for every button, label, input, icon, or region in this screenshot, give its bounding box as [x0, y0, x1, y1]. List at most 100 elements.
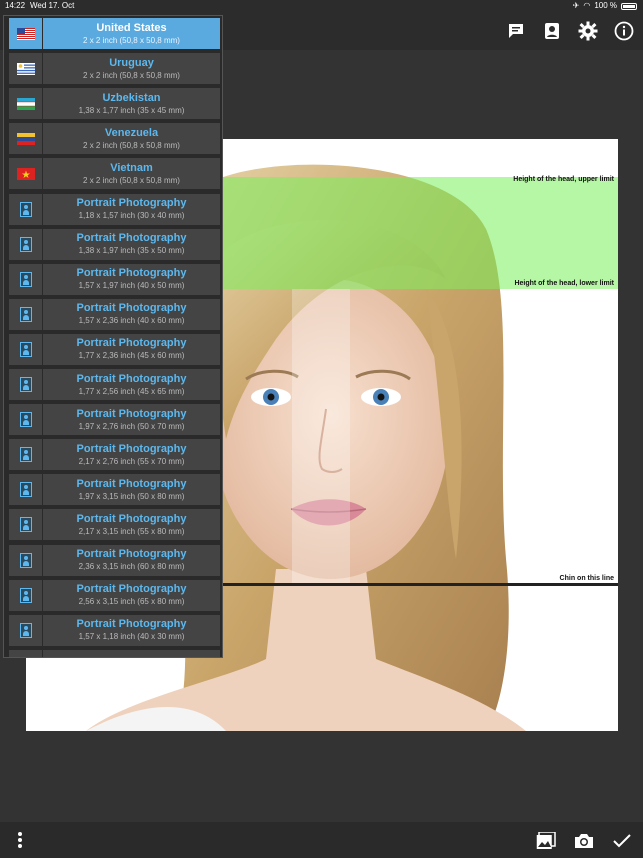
format-name: Portrait Photography	[76, 583, 187, 596]
portrait-icon	[9, 298, 43, 330]
format-list-item[interactable]: Portrait Photography 1,57 x 1,97 inch (40…	[9, 263, 220, 295]
format-size: 1,77 x 2,36 inch (45 x 60 mm)	[78, 351, 185, 361]
format-name: United States	[96, 21, 167, 34]
format-item-texts: Portrait Photography 1,38 x 1,97 inch (35…	[43, 229, 220, 260]
format-item-texts: Portrait Photography 2,17 x 3,15 inch (55…	[43, 509, 220, 540]
format-item-texts: Portrait Photography 2,17 x 2,76 inch (55…	[43, 439, 220, 470]
format-list-item[interactable]: Portrait Photography 1,57 x 1,18 inch (40…	[9, 614, 220, 646]
format-name: Portrait Photography	[76, 337, 187, 350]
format-list-item[interactable]: Portrait Photography 2,36 x 3,15 inch (60…	[9, 544, 220, 576]
portrait-icon	[9, 614, 43, 646]
format-size: 2 x 2 inch (50,8 x 50,8 mm)	[83, 70, 180, 80]
format-size: 1,38 x 1,77 inch (35 x 45 mm)	[78, 105, 185, 115]
format-size: 2,56 x 3,15 inch (65 x 80 mm)	[78, 597, 185, 607]
format-item-texts: Portrait Photography 2,36 x 3,15 inch (60…	[43, 545, 220, 576]
format-size: 2,17 x 2,76 inch (55 x 70 mm)	[78, 456, 185, 466]
more-vertical-icon[interactable]	[10, 830, 30, 850]
status-right: ✈ ◠ 100 %	[573, 0, 637, 12]
format-item-texts: Portrait Photography	[43, 650, 220, 657]
battery-icon	[621, 2, 637, 10]
format-list-item[interactable]: Portrait Photography 1,77 x 2,56 inch (45…	[9, 369, 220, 400]
checkmark-icon[interactable]	[611, 830, 633, 852]
format-item-texts: Portrait Photography 1,57 x 1,97 inch (40…	[43, 264, 220, 295]
uzbekistan-flag-icon	[9, 88, 43, 120]
country-format-dropdown[interactable]: United States 2 x 2 inch (50,8 x 50,8 mm)…	[3, 15, 223, 658]
format-name: Portrait Photography	[76, 442, 187, 455]
status-time: 14:22	[5, 1, 26, 10]
format-item-texts: Portrait Photography 1,18 x 1,57 inch (30…	[43, 194, 220, 225]
format-name: Venezuela	[104, 126, 159, 139]
chin-label: Chin on this line	[559, 575, 614, 582]
format-name: Uruguay	[109, 56, 154, 69]
portrait-icon	[9, 439, 43, 471]
camera-icon[interactable]	[573, 830, 595, 852]
vietnam-flag-icon	[9, 158, 43, 190]
comment-icon[interactable]	[505, 20, 527, 42]
format-item-texts: Portrait Photography 1,97 x 3,15 inch (50…	[43, 474, 220, 505]
wifi-icon: ◠	[583, 1, 591, 10]
contact-card-icon[interactable]	[541, 20, 563, 42]
format-item-texts: Vietnam 2 x 2 inch (50,8 x 50,8 mm)	[43, 158, 220, 189]
format-size: 1,57 x 2,36 inch (40 x 60 mm)	[78, 316, 185, 326]
bottom-toolbar	[0, 822, 643, 858]
venezuela-flag-icon	[9, 123, 43, 155]
format-list-item[interactable]: Vietnam 2 x 2 inch (50,8 x 50,8 mm)	[9, 158, 220, 190]
format-list-item[interactable]: Uzbekistan 1,38 x 1,77 inch (35 x 45 mm)	[9, 88, 220, 120]
format-name: Portrait Photography	[76, 618, 187, 631]
format-size: 2 x 2 inch (50,8 x 50,8 mm)	[83, 175, 180, 185]
format-size: 2 x 2 inch (50,8 x 50,8 mm)	[83, 140, 180, 150]
format-list-item[interactable]: Uruguay 2 x 2 inch (50,8 x 50,8 mm)	[9, 53, 220, 85]
format-size: 1,38 x 1,97 inch (35 x 50 mm)	[78, 246, 185, 256]
upper-limit-label: Height of the head, upper limit	[513, 176, 614, 183]
format-list-item[interactable]: Portrait Photography 1,97 x 2,76 inch (50…	[9, 404, 220, 436]
format-item-texts: Portrait Photography 1,97 x 2,76 inch (50…	[43, 404, 220, 435]
format-item-texts: United States 2 x 2 inch (50,8 x 50,8 mm)	[43, 18, 220, 49]
gallery-icon[interactable]	[535, 830, 557, 852]
format-list-item[interactable]: Portrait Photography 1,97 x 3,15 inch (50…	[9, 474, 220, 506]
format-size: 1,57 x 1,18 inch (40 x 30 mm)	[78, 632, 185, 642]
lower-limit-label: Height of the head, lower limit	[514, 280, 614, 287]
format-list-item[interactable]: Portrait Photography 2,17 x 3,15 inch (55…	[9, 509, 220, 541]
format-name: Portrait Photography	[76, 372, 187, 385]
info-icon[interactable]	[613, 20, 635, 42]
us-flag-icon	[9, 18, 43, 49]
format-list-item[interactable]: Portrait Photography	[9, 649, 220, 657]
portrait-icon	[9, 649, 43, 657]
portrait-icon	[9, 228, 43, 260]
portrait-icon	[9, 369, 43, 400]
format-list-item[interactable]: Portrait Photography 1,77 x 2,36 inch (45…	[9, 333, 220, 365]
portrait-icon	[9, 509, 43, 541]
portrait-icon	[9, 193, 43, 225]
format-size: 1,18 x 1,57 inch (30 x 40 mm)	[78, 211, 185, 220]
format-list-item[interactable]: Portrait Photography 1,57 x 2,36 inch (40…	[9, 298, 220, 330]
format-name: Portrait Photography	[76, 232, 187, 245]
format-list-item[interactable]: United States 2 x 2 inch (50,8 x 50,8 mm)	[9, 18, 220, 49]
format-item-texts: Uzbekistan 1,38 x 1,77 inch (35 x 45 mm)	[43, 88, 220, 119]
format-name: Portrait Photography	[76, 302, 187, 315]
format-item-texts: Portrait Photography 1,77 x 2,56 inch (45…	[43, 369, 220, 400]
portrait-icon	[9, 474, 43, 506]
format-name: Portrait Photography	[76, 512, 187, 525]
format-list-item[interactable]: Portrait Photography 1,18 x 1,57 inch (30…	[9, 193, 220, 225]
format-size: 2,17 x 3,15 inch (55 x 80 mm)	[78, 526, 185, 536]
status-date: Wed 17. Oct	[30, 1, 75, 10]
center-guide-strip	[292, 289, 350, 583]
format-item-texts: Venezuela 2 x 2 inch (50,8 x 50,8 mm)	[43, 123, 220, 154]
format-list-item[interactable]: Venezuela 2 x 2 inch (50,8 x 50,8 mm)	[9, 123, 220, 155]
format-item-texts: Uruguay 2 x 2 inch (50,8 x 50,8 mm)	[43, 53, 220, 84]
airplane-icon: ✈	[572, 1, 580, 10]
format-item-texts: Portrait Photography 1,77 x 2,36 inch (45…	[43, 334, 220, 365]
format-size: 2 x 2 inch (50,8 x 50,8 mm)	[83, 35, 180, 45]
format-name: Portrait Photography	[76, 548, 187, 560]
format-size: 1,97 x 2,76 inch (50 x 70 mm)	[78, 421, 185, 431]
format-name: Portrait Photography	[76, 197, 187, 209]
format-list-item[interactable]: Portrait Photography 2,56 x 3,15 inch (65…	[9, 579, 220, 611]
format-list-item[interactable]: Portrait Photography 2,17 x 2,76 inch (55…	[9, 439, 220, 471]
format-name: Uzbekistan	[102, 91, 161, 104]
portrait-icon	[9, 404, 43, 436]
format-size: 1,97 x 3,15 inch (50 x 80 mm)	[78, 491, 185, 501]
gear-icon[interactable]	[577, 20, 599, 42]
format-list-item[interactable]: Portrait Photography 1,38 x 1,97 inch (35…	[9, 228, 220, 260]
status-bar: 14:22 Wed 17. Oct ✈ ◠ 100 %	[0, 0, 643, 12]
format-item-texts: Portrait Photography 1,57 x 1,18 inch (40…	[43, 615, 220, 646]
